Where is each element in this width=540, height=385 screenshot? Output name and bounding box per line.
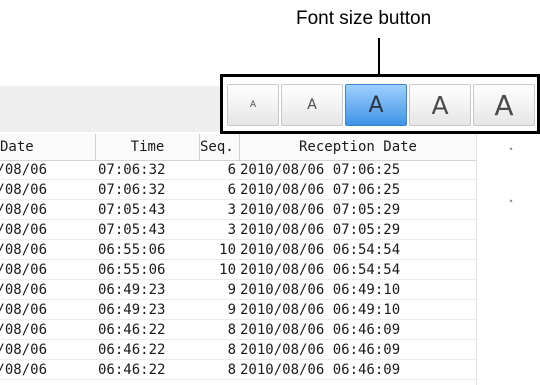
cell-seq: 6 xyxy=(227,182,236,198)
cell-time: 07:06:32 xyxy=(98,182,166,198)
table-row[interactable]: 0/08/06 06:55:06 102010/08/06 06:54:54 xyxy=(0,260,476,280)
cell-date: 0/08/06 xyxy=(0,222,48,238)
cell-reception-date: 2010/08/06 06:54:54 xyxy=(240,262,401,278)
table-row[interactable]: 0/08/06 07:05:43 32010/08/06 07:05:29 xyxy=(0,200,476,220)
cell-time: 06:55:06 xyxy=(98,242,166,258)
cell-date: 0/08/06 xyxy=(0,282,48,298)
cell-time: 06:46:22 xyxy=(98,342,166,358)
cell-date: 0/08/06 xyxy=(0,302,48,318)
font-size-button-group: A A A A A xyxy=(220,74,540,134)
cell-time: 07:05:43 xyxy=(98,202,166,218)
column-header-time[interactable]: Time xyxy=(96,134,200,160)
cell-date: 0/08/06 xyxy=(0,202,48,218)
cell-seq: 8 xyxy=(227,342,236,358)
cell-reception-date: 2010/08/06 06:46:09 xyxy=(240,342,401,358)
font-size-button-largest[interactable]: A xyxy=(473,84,535,126)
scroll-up-icon[interactable]: ˄ xyxy=(505,148,517,158)
font-size-button-large[interactable]: A xyxy=(409,84,471,126)
cell-time: 07:05:43 xyxy=(98,222,166,238)
table-header: Date Time Seq. Reception Date xyxy=(0,134,476,161)
cell-seq: 8 xyxy=(227,322,236,338)
cell-time: 06:46:22 xyxy=(98,322,166,338)
cell-seq: 3 xyxy=(227,222,236,238)
table-row[interactable]: 0/08/06 07:06:32 62010/08/06 07:06:25 xyxy=(0,160,476,180)
page-up-icon[interactable]: ˄ xyxy=(505,200,517,210)
cell-time: 06:49:23 xyxy=(98,302,166,318)
cell-seq: 9 xyxy=(227,302,236,318)
cell-seq: 3 xyxy=(227,202,236,218)
cell-time: 06:49:23 xyxy=(98,282,166,298)
callout-pointer-line xyxy=(378,38,380,76)
cell-time: 06:46:22 xyxy=(98,362,166,378)
cell-reception-date: 2010/08/06 06:49:10 xyxy=(240,282,401,298)
column-header-reception-date[interactable]: Reception Date xyxy=(240,134,476,160)
side-scroll-panel: ˄ ˄ xyxy=(476,134,540,385)
cell-date: 0/08/06 xyxy=(0,182,48,198)
cell-date: 0/08/06 xyxy=(0,342,48,358)
cell-reception-date: 2010/08/06 06:46:09 xyxy=(240,322,401,338)
font-size-button-smallest[interactable]: A xyxy=(227,84,279,126)
table-row[interactable]: 0/08/06 06:46:22 82010/08/06 06:46:09 xyxy=(0,360,476,380)
table-row[interactable]: 0/08/06 06:46:22 82010/08/06 06:46:09 xyxy=(0,320,476,340)
callout-label: Font size button xyxy=(296,8,432,29)
cell-reception-date: 2010/08/06 06:49:10 xyxy=(240,302,401,318)
table-row[interactable]: 0/08/06 07:06:32 62010/08/06 07:06:25 xyxy=(0,180,476,200)
cell-date: 0/08/06 xyxy=(0,262,48,278)
cell-reception-date: 2010/08/06 07:06:25 xyxy=(240,162,401,178)
table-row[interactable]: 0/08/06 06:46:22 82010/08/06 06:46:09 xyxy=(0,340,476,360)
cell-reception-date: 2010/08/06 07:05:29 xyxy=(240,202,401,218)
cell-reception-date: 2010/08/06 07:05:29 xyxy=(240,222,401,238)
column-header-seq[interactable]: Seq. xyxy=(200,134,240,160)
table-row[interactable]: 0/08/06 07:05:43 32010/08/06 07:05:29 xyxy=(0,220,476,240)
cell-seq: 6 xyxy=(227,162,236,178)
cell-seq: 10 xyxy=(219,242,236,258)
data-table: Date Time Seq. Reception Date 0/08/06 07:… xyxy=(0,134,476,385)
column-header-date[interactable]: Date xyxy=(0,134,96,160)
cell-reception-date: 2010/08/06 06:46:09 xyxy=(240,362,401,378)
cell-reception-date: 2010/08/06 07:06:25 xyxy=(240,182,401,198)
table-row[interactable]: 0/08/06 06:49:23 92010/08/06 06:49:10 xyxy=(0,300,476,320)
cell-reception-date: 2010/08/06 06:54:54 xyxy=(240,242,401,258)
cell-seq: 10 xyxy=(219,262,236,278)
cell-time: 07:06:32 xyxy=(98,162,166,178)
table-row[interactable]: 0/08/06 06:55:06 102010/08/06 06:54:54 xyxy=(0,240,476,260)
cell-date: 0/08/06 xyxy=(0,162,48,178)
cell-date: 0/08/06 xyxy=(0,362,48,378)
cell-seq: 8 xyxy=(227,362,236,378)
cell-time: 06:55:06 xyxy=(98,262,166,278)
font-size-button-small[interactable]: A xyxy=(281,84,343,126)
font-size-button-medium[interactable]: A xyxy=(345,84,407,126)
cell-seq: 9 xyxy=(227,282,236,298)
table-row[interactable]: 0/08/06 06:49:23 92010/08/06 06:49:10 xyxy=(0,280,476,300)
cell-date: 0/08/06 xyxy=(0,242,48,258)
cell-date: 0/08/06 xyxy=(0,322,48,338)
